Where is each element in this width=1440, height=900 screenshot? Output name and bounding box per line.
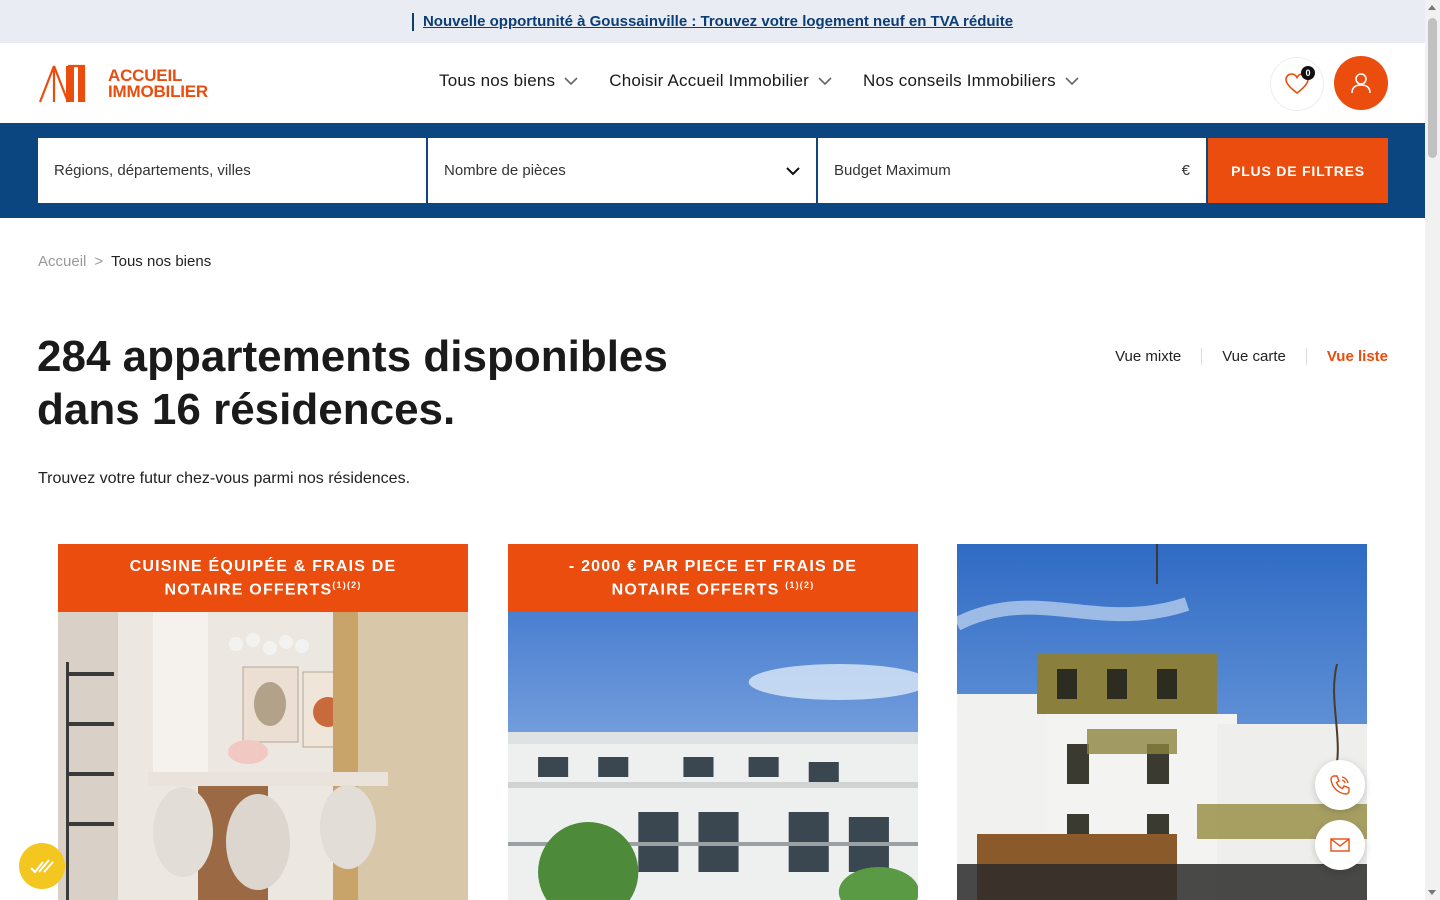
offer-badge: CUISINE ÉQUIPÉE & FRAIS DE NOTAIRE OFFER…	[58, 544, 468, 612]
scroll-up-arrow-icon[interactable]	[1428, 5, 1436, 10]
budget-input[interactable]: Budget Maximum €	[818, 138, 1206, 203]
chevron-down-icon	[564, 77, 578, 86]
location-placeholder: Régions, départements, villes	[54, 162, 251, 179]
rooms-placeholder: Nombre de pièces	[444, 162, 566, 179]
view-mixte-tab[interactable]: Vue mixte	[1095, 348, 1203, 365]
residence-photo-interior	[58, 612, 468, 900]
logo-mark-icon	[38, 64, 86, 103]
cookie-consent-icon	[30, 859, 54, 874]
breadcrumb-separator: >	[94, 253, 104, 270]
banner-accent-bar	[411, 12, 414, 31]
scrollbar-thumb[interactable]	[1428, 18, 1437, 158]
page-scrollbar[interactable]	[1425, 0, 1440, 900]
chevron-down-icon	[786, 166, 800, 175]
breadcrumb-home-link[interactable]: Accueil	[38, 253, 86, 270]
offer-badge-text: CUISINE ÉQUIPÉE & FRAIS DE NOTAIRE OFFER…	[129, 557, 397, 599]
chevron-down-icon	[1065, 77, 1079, 86]
residence-card[interactable]	[957, 544, 1367, 900]
nav-item-label: Choisir Accueil Immobilier	[609, 71, 810, 90]
site-header: ACCUEIL IMMOBILIER Tous nos biens Choisi…	[0, 43, 1425, 123]
call-button[interactable]	[1315, 760, 1365, 810]
nav-item-label: Nos conseils Immobiliers	[863, 71, 1056, 90]
page-title: 284 appartements disponibles dans 16 rés…	[37, 330, 668, 436]
account-button[interactable]	[1334, 56, 1388, 110]
logo-text: ACCUEIL IMMOBILIER	[108, 67, 208, 101]
phone-icon	[1330, 775, 1350, 795]
view-carte-tab[interactable]: Vue carte	[1202, 348, 1307, 365]
currency-symbol: €	[1181, 162, 1190, 179]
nav-item-conseils[interactable]: Nos conseils Immobiliers	[863, 71, 1079, 91]
residence-card[interactable]: - 2000 € PAR PIECE ET FRAIS DE NOTAIRE O…	[508, 544, 918, 900]
budget-placeholder: Budget Maximum	[834, 162, 951, 179]
nav-item-tous-nos-biens[interactable]: Tous nos biens	[439, 71, 578, 91]
view-liste-tab[interactable]: Vue liste	[1307, 348, 1388, 365]
residence-card[interactable]: CUISINE ÉQUIPÉE & FRAIS DE NOTAIRE OFFER…	[58, 544, 468, 900]
mail-icon	[1330, 838, 1350, 852]
scroll-down-arrow-icon[interactable]	[1428, 890, 1436, 895]
favorites-button[interactable]: 0	[1270, 57, 1324, 111]
favorites-count-badge: 0	[1301, 66, 1315, 80]
page-title-line2: dans 16 résidences.	[37, 385, 456, 434]
more-filters-button[interactable]: PLUS DE FILTRES	[1208, 138, 1388, 203]
view-switcher: Vue mixte Vue carte Vue liste	[1095, 348, 1388, 365]
cookie-consent-button[interactable]	[19, 843, 65, 889]
contact-email-button[interactable]	[1315, 820, 1365, 870]
residence-photo-exterior	[957, 544, 1367, 900]
chevron-down-icon	[818, 77, 832, 86]
offer-badge-text: - 2000 € PAR PIECE ET FRAIS DE NOTAIRE O…	[568, 557, 858, 599]
user-icon	[1351, 73, 1371, 94]
offer-badge: - 2000 € PAR PIECE ET FRAIS DE NOTAIRE O…	[508, 544, 918, 612]
site-logo[interactable]: ACCUEIL IMMOBILIER	[38, 63, 218, 105]
nav-item-label: Tous nos biens	[439, 71, 556, 90]
promo-banner-link[interactable]: Nouvelle opportunité à Goussainville : T…	[423, 13, 1013, 30]
promo-banner: Nouvelle opportunité à Goussainville : T…	[0, 0, 1425, 43]
page-subtitle: Trouvez votre futur chez-vous parmi nos …	[38, 470, 411, 487]
nav-item-choisir[interactable]: Choisir Accueil Immobilier	[609, 71, 832, 91]
offer-badge-footnote: (1)(2)	[332, 579, 362, 590]
page-title-line1: 284 appartements disponibles	[37, 332, 668, 381]
breadcrumb-current: Tous nos biens	[111, 253, 212, 270]
offer-badge-footnote: (1)(2)	[785, 579, 815, 590]
location-input[interactable]: Régions, départements, villes	[38, 138, 426, 203]
logo-text-line2: IMMOBILIER	[108, 82, 208, 101]
search-bar: Régions, départements, villes Nombre de …	[0, 123, 1425, 218]
breadcrumb: Accueil > Tous nos biens	[38, 253, 211, 270]
main-nav: Tous nos biens Choisir Accueil Immobilie…	[439, 71, 1110, 91]
residence-photo-building	[508, 612, 918, 900]
rooms-select[interactable]: Nombre de pièces	[428, 138, 816, 203]
